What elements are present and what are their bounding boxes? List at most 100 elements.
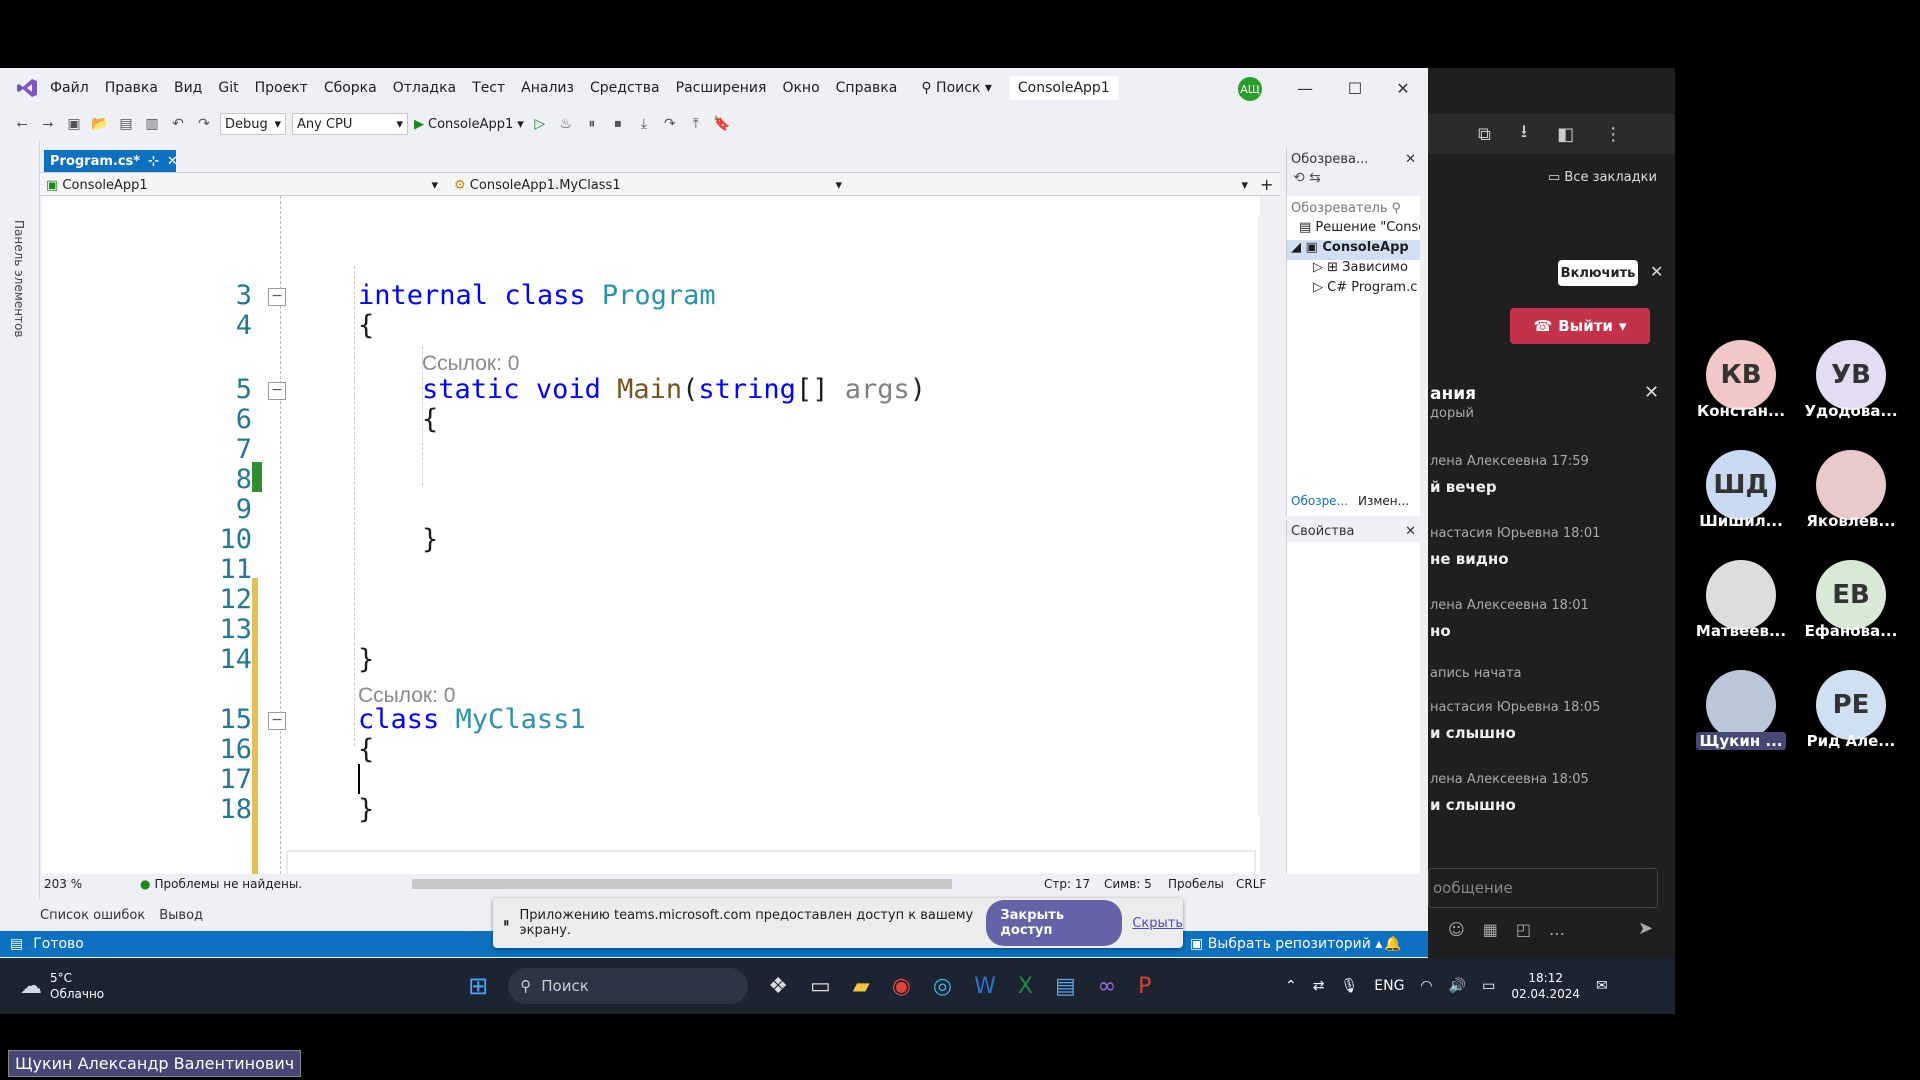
bookmarks-folder[interactable]: ▭ Все закладки <box>1548 170 1657 185</box>
bell-icon[interactable]: 🔔 <box>1384 936 1401 952</box>
sync-icon[interactable]: ⟲ ⇆ <box>1293 170 1321 186</box>
mic-icon[interactable]: 🎙 <box>1340 978 1358 994</box>
edge-icon[interactable]: ◎ <box>933 974 952 999</box>
participant-avatar[interactable]: ЕВ <box>1816 560 1886 630</box>
participant-photo[interactable] <box>1816 450 1886 520</box>
menu-edit[interactable]: Правка <box>97 80 166 96</box>
weather-widget[interactable]: 5°C Облачно <box>50 970 104 1002</box>
participant-avatar[interactable]: УВ <box>1816 340 1886 410</box>
bookmark-icon[interactable]: 🔖 <box>712 114 732 134</box>
minimize-button[interactable]: — <box>1280 68 1330 108</box>
back-icon[interactable]: ⭠ <box>12 114 32 134</box>
close-button[interactable]: ✕ <box>1378 68 1428 108</box>
chrome-icon[interactable]: ◉ <box>892 974 911 999</box>
pause-icon[interactable]: ⏸ <box>582 114 602 134</box>
platform-select[interactable]: Any CPU ▾ <box>292 113 408 135</box>
start-icon[interactable]: ⊞ <box>468 972 488 1000</box>
forward-icon[interactable]: ⭢ <box>38 114 58 134</box>
user-avatar[interactable]: АЩ <box>1238 77 1262 101</box>
stop-sharing-button[interactable]: Закрыть доступ <box>986 900 1123 946</box>
notepad-icon[interactable]: ▤ <box>1055 974 1076 999</box>
close-icon[interactable]: ✕ <box>1405 524 1416 539</box>
download-icon[interactable]: ⭳ <box>1521 119 1527 149</box>
leave-button[interactable]: ☎ Выйти ▾ <box>1510 308 1650 344</box>
problems-status[interactable]: Проблемы не найдены. <box>154 877 302 891</box>
collapse-icon[interactable]: − <box>268 288 286 306</box>
more-icon[interactable]: … <box>1549 920 1565 939</box>
gif-icon[interactable]: ▦ <box>1483 920 1498 939</box>
menu-extensions[interactable]: Расширения <box>668 80 775 96</box>
start-button[interactable]: ▶ ConsoleApp1 ▾ <box>414 117 524 132</box>
menu-test[interactable]: Тест <box>464 80 513 96</box>
pin-icon[interactable]: ⊹ <box>148 154 159 169</box>
tree-item-dependencies[interactable]: ▷ ⊞ Зависимо <box>1287 260 1420 280</box>
undo-icon[interactable]: ↶ <box>168 114 188 134</box>
zoom-level[interactable]: 203 % <box>40 877 110 891</box>
code-editor[interactable]: 3 4 5 6 7 8 9 10 11 12 13 14 15 16 17 18… <box>42 196 1260 874</box>
project-dropdown[interactable]: ▣ ConsoleApp1 ▾ <box>42 174 442 196</box>
notifications-icon[interactable]: ✉ <box>1596 978 1608 994</box>
powerpoint-icon[interactable]: P <box>1138 974 1151 999</box>
more-icon[interactable]: ⋮ <box>1604 124 1622 145</box>
close-icon[interactable]: ✕ <box>1650 262 1663 281</box>
chevron-up-icon[interactable]: ⌃ <box>1285 978 1297 994</box>
collapse-icon[interactable]: − <box>268 712 286 730</box>
tab-output[interactable]: Вывод <box>159 908 203 923</box>
emoji-icon[interactable]: ☺ <box>1448 920 1465 939</box>
maximize-button[interactable]: ☐ <box>1330 68 1380 108</box>
menu-help[interactable]: Справка <box>828 80 906 96</box>
participant-avatar[interactable]: ШД <box>1706 450 1776 520</box>
extensions-icon[interactable]: ⧉ <box>1478 124 1491 145</box>
send-icon[interactable]: ➤ <box>1638 918 1653 939</box>
tab-program-cs[interactable]: Program.cs* ⊹ ✕ <box>44 150 178 172</box>
task-view-icon[interactable]: ▭ <box>810 974 831 999</box>
message-input[interactable]: ообщение <box>1428 868 1658 908</box>
tree-item-solution[interactable]: ▤ Решение "Conso <box>1287 220 1420 240</box>
start-without-debug-icon[interactable]: ▷ <box>530 114 550 134</box>
word-icon[interactable]: W <box>974 974 996 999</box>
menu-build[interactable]: Сборка <box>316 80 385 96</box>
enable-button[interactable]: Включить <box>1558 260 1638 286</box>
menu-project[interactable]: Проект <box>247 80 316 96</box>
class-dropdown[interactable]: ⚙ ConsoleApp1.MyClass1 ▾ <box>450 174 846 196</box>
save-icon[interactable]: ▤ <box>116 114 136 134</box>
collapse-icon[interactable]: − <box>268 382 286 400</box>
battery-icon[interactable]: ▭ <box>1482 978 1495 994</box>
close-tab-icon[interactable]: ✕ <box>167 154 178 169</box>
menu-debug[interactable]: Отладка <box>385 80 464 96</box>
participant-photo[interactable] <box>1706 670 1776 740</box>
config-select[interactable]: Debug ▾ <box>220 113 286 135</box>
excel-icon[interactable]: X <box>1018 974 1033 999</box>
char-indicator[interactable]: Симв: 5 <box>1104 877 1152 891</box>
toolbox-strip[interactable]: Панель элементов <box>0 140 40 900</box>
tab-git-changes[interactable]: Измен... <box>1358 494 1409 508</box>
clock[interactable]: 18:12 02.04.2024 <box>1511 970 1580 1002</box>
volume-icon[interactable]: 🔊 <box>1449 978 1466 994</box>
taskbar-search[interactable]: ⚲ Поиск <box>508 968 749 1004</box>
horizontal-scrollbar[interactable] <box>412 879 952 889</box>
wifi-icon[interactable]: ◠ <box>1420 978 1432 994</box>
search-button[interactable]: ⚲ Поиск ▾ <box>913 80 1000 96</box>
member-dropdown[interactable]: ▾ <box>852 174 1252 196</box>
spaces-indicator[interactable]: Пробелы <box>1168 877 1224 891</box>
explorer-search[interactable]: Обозреватель ⚲ <box>1287 196 1420 220</box>
participant-photo[interactable] <box>1706 560 1776 630</box>
new-project-icon[interactable]: ▣ <box>64 114 84 134</box>
hot-reload-icon[interactable]: ♨ <box>556 114 576 134</box>
menu-view[interactable]: Вид <box>166 80 210 96</box>
menu-tools[interactable]: Средства <box>582 80 668 96</box>
close-icon[interactable]: ✕ <box>1405 152 1416 167</box>
menu-analyze[interactable]: Анализ <box>513 80 582 96</box>
stop-icon[interactable]: ⏹ <box>608 114 628 134</box>
sticker-icon[interactable]: ◰ <box>1516 920 1531 939</box>
visual-studio-icon[interactable]: ∞ <box>1098 974 1116 999</box>
codelens-references[interactable]: Ссылок: 0 <box>422 352 519 376</box>
split-icon[interactable]: + <box>1260 175 1273 194</box>
widgets-icon[interactable]: ❖ <box>768 974 788 999</box>
menu-git[interactable]: Git <box>210 80 246 96</box>
close-icon[interactable]: ✕ <box>1644 382 1659 403</box>
repo-button[interactable]: ▣ Выбрать репозиторий ▴ <box>1190 936 1382 952</box>
step-over-icon[interactable]: ↷ <box>660 114 680 134</box>
line-indicator[interactable]: Стр: 17 <box>1044 877 1090 891</box>
redo-icon[interactable]: ↷ <box>194 114 214 134</box>
